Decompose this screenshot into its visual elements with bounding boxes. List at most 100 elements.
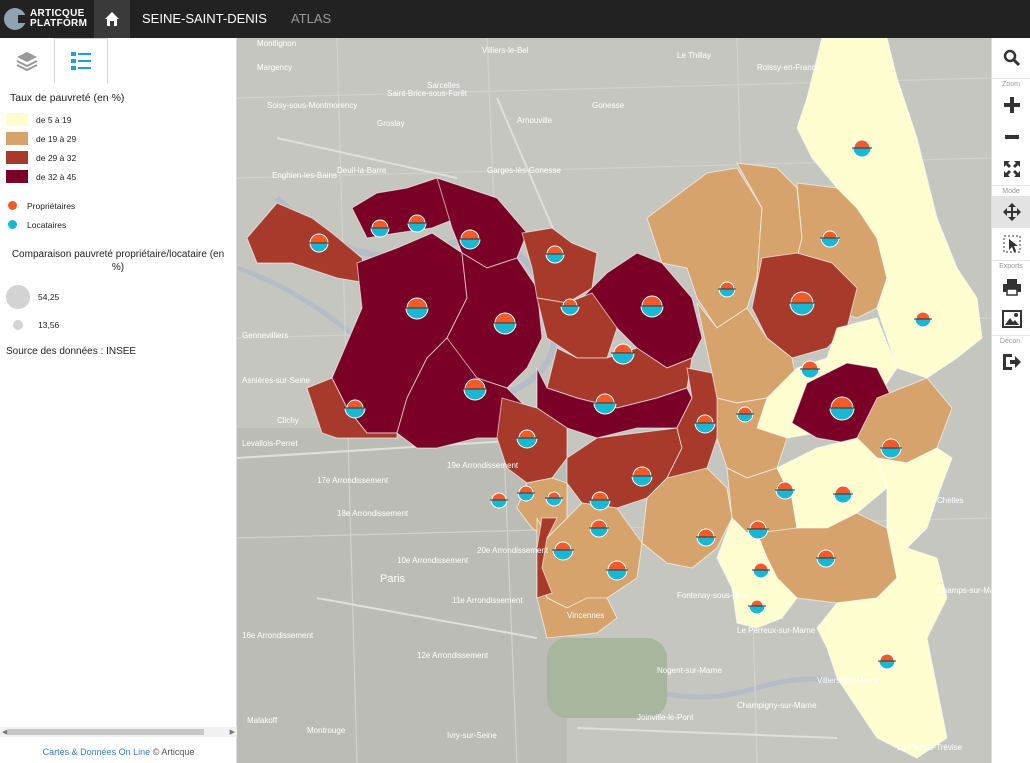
select-icon (1003, 235, 1020, 253)
brand-line2: PLATFORM (30, 18, 88, 29)
fullscreen-icon (1003, 161, 1020, 177)
legend-class-1: de 5 à 19 (6, 110, 236, 129)
exports-section-label: Exports (992, 260, 1030, 271)
size-small-label: 13,56 (38, 320, 60, 330)
legend-class-label-4: de 32 à 45 (36, 171, 77, 182)
legend-class-4: de 32 à 45 (6, 167, 236, 186)
map-label-plessis: Le Plessis-Trévise (897, 743, 963, 752)
print-button[interactable] (992, 271, 1030, 303)
legend-swatch-4 (6, 170, 28, 183)
legend-class-label-1: de 5 à 19 (36, 114, 72, 125)
sidebar: Taux de pauvreté (en %) de 5 à 19 de 19 … (0, 38, 237, 763)
scroll-right-icon[interactable]: ▶ (230, 728, 235, 736)
map-label-montmorency: Soisy-sous-Montmorency (267, 101, 357, 110)
map-label-18e: 18e Arrondissement (337, 509, 409, 518)
map-label-montlignon: Montlignon (257, 39, 296, 48)
locataires-dot-icon (8, 220, 17, 229)
map-label-montrouge: Montrouge (307, 726, 346, 735)
proprietaires-dot-icon (8, 201, 17, 210)
logout-button[interactable] (992, 346, 1030, 378)
zoom-out-button[interactable] (992, 121, 1030, 153)
map-label-chelles: Chelles (937, 496, 964, 505)
map-label-ivry: Ivry-sur-Seine (447, 731, 497, 740)
map-label-nogent: Nogent-sur-Marne (657, 666, 722, 675)
pan-mode-button[interactable] (992, 196, 1030, 228)
size-circle-large-icon (6, 285, 30, 309)
legend-swatch-1 (6, 113, 28, 126)
zoom-out-icon (1004, 135, 1019, 139)
map-label-joinville: Joinville-le-Pont (637, 713, 694, 722)
home-button[interactable] (94, 0, 130, 38)
nav-atlas[interactable]: ATLAS (279, 0, 343, 38)
search-button[interactable] (992, 38, 1030, 78)
legend-swatch-3 (6, 151, 28, 164)
legend-locataires-label: Locataires (27, 219, 67, 230)
print-icon (1002, 279, 1021, 296)
legend-class-label-2: de 19 à 29 (36, 133, 77, 144)
size-large-label: 54,25 (38, 292, 60, 302)
map-label-perreux: Le Perreux-sur-Marne (737, 626, 816, 635)
legend-proprietaires: Propriétaires (6, 196, 236, 215)
sidebar-tabs (0, 38, 236, 88)
map-label-gennevilliers: Gennevilliers (242, 331, 288, 340)
map-label-deuil: Deuil-la-Barre (337, 166, 387, 175)
data-source: Source des données : INSEE (6, 346, 137, 357)
map-label-saint-brice: Saint-Brice-sous-Forêt (387, 89, 468, 98)
map-label-clichy: Clichy (277, 416, 299, 425)
sidebar-horizontal-scrollbar[interactable]: ◀ ▶ (0, 727, 237, 737)
pan-icon (1002, 203, 1021, 221)
articque-logo[interactable]: ARTICQUE PLATFORM (0, 0, 94, 38)
commune-symbol[interactable] (309, 233, 329, 253)
decon-section-label: Décon. (992, 335, 1030, 346)
map-label-19e: 19e Arrondissement (447, 461, 519, 470)
legend-swatch-2 (6, 132, 28, 145)
map-label-20e: 20e Arrondissement (477, 546, 549, 555)
map-label-asnieres: Asnières-sur-Seine (242, 376, 311, 385)
map-label-paris: Paris (380, 573, 406, 585)
legend-size-small: 13,56 (6, 314, 236, 336)
fullscreen-button[interactable] (992, 153, 1030, 185)
footer: Cartes & Données On Line © Articque (0, 747, 237, 757)
footer-copyright: © Articque (152, 747, 195, 757)
map-label-roissy: Roissy-en-France (757, 63, 821, 72)
map-label-16e: 16e Arrondissement (242, 631, 314, 640)
map-label-levallois: Levallois-Perret (242, 439, 298, 448)
legend-locataires: Locataires (6, 215, 236, 234)
legend-size-large: 54,25 (6, 280, 236, 314)
nav-seine-saint-denis[interactable]: SEINE-SAINT-DENIS (130, 0, 279, 38)
logo-mark-icon (4, 8, 28, 30)
scroll-left-icon[interactable]: ◀ (2, 728, 7, 736)
mode-section-label: Mode (992, 185, 1030, 196)
map-label-villiers-le-bel: Villiers-le-Bel (482, 46, 529, 55)
map-label-garges: Garges-lès-Gonesse (487, 166, 561, 175)
map-label-champs: Champs-sur-Marne (937, 586, 991, 595)
select-mode-button[interactable] (992, 228, 1030, 260)
map-canvas[interactable]: Montlignon Margency Saint-Brice-sous-For… (237, 38, 991, 763)
map-label-enghien: Enghien-les-Bains (272, 171, 337, 180)
map-label-villiers-marne: Villiers-sur-Marne (817, 676, 880, 685)
legend-class-3: de 29 à 32 (6, 148, 236, 167)
legend-title: Taux de pauvreté (en %) (10, 92, 125, 104)
size-circle-small-icon (13, 320, 23, 330)
map-label-margency: Margency (257, 63, 292, 72)
scroll-thumb[interactable] (8, 729, 204, 735)
image-icon (1001, 310, 1022, 328)
map-label-sarcelles: Sarcelles (427, 81, 460, 90)
tab-legend[interactable] (54, 38, 108, 84)
map-label-malakoff: Malakoff (247, 716, 278, 725)
legend-class-label-3: de 29 à 32 (36, 152, 77, 163)
tab-layers[interactable] (0, 38, 54, 84)
map-label-10e: 10e Arrondissement (397, 556, 469, 565)
zoom-in-button[interactable] (992, 89, 1030, 121)
export-image-button[interactable] (992, 303, 1030, 335)
legend-class-2: de 19 à 29 (6, 129, 236, 148)
map-label-vincennes: Vincennes (567, 611, 604, 620)
zoom-section-label: Zoom (992, 78, 1030, 89)
footer-link[interactable]: Cartes & Données On Line (43, 747, 151, 757)
map-label-champigny: Champigny-sur-Marne (737, 701, 817, 710)
map-svg[interactable]: Montlignon Margency Saint-Brice-sous-For… (237, 38, 991, 763)
map-label-gonesse: Gonesse (592, 101, 625, 110)
top-bar: ARTICQUE PLATFORM SEINE-SAINT-DENIS ATLA… (0, 0, 1030, 38)
legend-proprietaires-label: Propriétaires (27, 200, 76, 211)
zoom-in-icon (1003, 97, 1020, 113)
